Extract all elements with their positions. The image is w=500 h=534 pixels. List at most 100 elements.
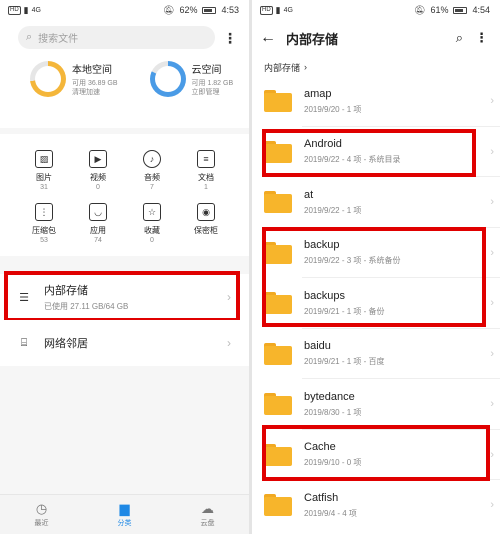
tab-label: 分类 (117, 520, 132, 527)
local-storage-title: 本地空间 (72, 65, 112, 76)
file-list: amap 2019/9/20 - 1 项 › Android 2019/9/22… (252, 76, 500, 531)
chevron-right-icon: › (227, 336, 231, 350)
category-audio[interactable]: ♪ 音频 7 (125, 150, 179, 191)
category-images[interactable]: ▨ 图片 31 (17, 150, 71, 191)
signal-icon: ▮ (23, 4, 29, 15)
tab-categories[interactable]: ▆ 分类 (83, 495, 166, 534)
category-count: 74 (94, 237, 102, 244)
list-item[interactable]: backups 2019/9/21 - 1 项 - 备份 › (252, 278, 500, 329)
category-apps[interactable]: ◡ 应用 74 (71, 203, 125, 244)
category-label: 收藏 (144, 226, 160, 235)
chevron-right-icon: › (490, 398, 494, 411)
file-meta: 2019/9/22 - 1 项 (304, 205, 362, 215)
file-name: Android (304, 138, 342, 151)
tab-label: 最近 (34, 520, 49, 527)
hd-badge: HD (260, 5, 273, 15)
chevron-right-icon: › (490, 347, 494, 360)
chevron-right-icon: › (490, 145, 494, 158)
category-count: 0 (96, 184, 100, 191)
chevron-right-icon: › (227, 290, 231, 304)
tab-cloud[interactable]: ☁︎ 云盘 (166, 495, 249, 534)
folder-icon (264, 494, 292, 517)
list-item[interactable]: at 2019/9/22 - 1 项 › (252, 177, 500, 228)
storage-cards: 本地空间 可用 36.89 GB 清理加速 云空间 可用 1.82 GB 立即管… (0, 49, 249, 97)
status-bar: HD ▮ 4G 🔕︎ 61% 4:54 (252, 0, 500, 20)
category-count: 1 (204, 184, 208, 191)
category-videos[interactable]: ▶ 视频 0 (71, 150, 125, 191)
folder-icon (264, 191, 292, 214)
folder-icon (264, 292, 292, 315)
page-title: 内部存储 (286, 31, 339, 47)
file-name: backups (304, 289, 345, 302)
tab-label: 云盘 (200, 520, 215, 527)
list-item[interactable]: bytedance 2019/8/30 - 1 项 › (252, 379, 500, 430)
safe-icon: ◉ (197, 203, 215, 221)
network-neighborhood-row[interactable]: ⌸ 网络邻居 › (0, 320, 249, 366)
list-item[interactable]: Catfish 2019/9/4 - 4 项 › (252, 480, 500, 531)
search-placeholder: 搜索文件 (38, 34, 79, 45)
clean-accelerate-link[interactable]: 清理加速 (72, 88, 118, 97)
list-item[interactable]: Android 2019/9/22 - 4 项 - 系统目录 › (252, 127, 500, 177)
file-meta: 2019/8/30 - 1 项 (304, 407, 362, 417)
category-archives[interactable]: ⋮ 压缩包 53 (17, 203, 71, 244)
category-documents[interactable]: ≡ 文档 1 (179, 150, 233, 191)
more-options-icon[interactable]: ⋮ (221, 31, 239, 45)
battery-icon (453, 6, 468, 14)
category-count: 31 (40, 184, 48, 191)
search-icon: ⌕ (26, 31, 33, 43)
category-label: 视频 (90, 173, 106, 182)
mute-icon: 🔕︎ (414, 4, 426, 15)
back-arrow-icon[interactable]: ← (260, 29, 282, 47)
file-meta: 2019/9/22 - 3 项 - 系统备份 (304, 256, 401, 266)
category-safe[interactable]: ◉ 保密柜 (179, 203, 233, 244)
search-row: ⌕ 搜索文件 ⋮ (0, 20, 249, 49)
app-bar: ← 内部存储 ⌕ ⋮ (252, 20, 500, 56)
file-name: at (304, 188, 314, 201)
battery-percent: 61% (430, 5, 449, 15)
folder-icon (264, 342, 292, 365)
breadcrumb-item[interactable]: 内部存储 (264, 61, 300, 74)
breadcrumb[interactable]: 内部存储 › (252, 56, 500, 76)
local-storage-ring-icon (30, 61, 66, 97)
file-meta: 2019/9/21 - 1 项 - 备份 (304, 306, 385, 316)
folder-icon (264, 393, 292, 416)
folder-icon (264, 90, 292, 113)
search-input[interactable]: ⌕ 搜索文件 (18, 26, 215, 49)
hd-badge: HD (8, 5, 21, 15)
battery-icon (202, 6, 217, 14)
category-count: 7 (150, 184, 154, 191)
cloud-storage-title: 云空间 (191, 65, 222, 76)
chevron-right-icon: › (490, 499, 494, 512)
file-meta: 2019/9/4 - 4 项 (304, 508, 357, 518)
audio-icon: ♪ (143, 150, 161, 168)
video-icon: ▶ (89, 150, 107, 168)
list-item[interactable]: backup 2019/9/22 - 3 项 - 系统备份 › (252, 228, 500, 278)
list-item[interactable]: amap 2019/9/20 - 1 项 › (252, 76, 500, 127)
category-label: 音频 (144, 173, 160, 182)
list-item[interactable]: Cache 2019/9/10 - 0 项 › (252, 430, 500, 480)
internal-storage-usage: 已使用 27.11 GB/64 GB (44, 302, 129, 311)
local-storage-free: 可用 36.89 GB (72, 80, 118, 87)
category-count: 0 (150, 237, 154, 244)
manage-now-link[interactable]: 立即管理 (192, 88, 234, 97)
internal-storage-row[interactable]: ☰ 内部存储 已使用 27.11 GB/64 GB › (0, 274, 249, 320)
signal-icon: ▮ (275, 4, 281, 15)
folder-icon (264, 140, 292, 163)
tab-recent[interactable]: ◷ 最近 (0, 495, 83, 534)
file-name: Cache (304, 441, 336, 454)
category-favorites[interactable]: ☆ 收藏 0 (125, 203, 179, 244)
clock-icon: ◷ (35, 501, 48, 516)
local-storage-card[interactable]: 本地空间 可用 36.89 GB 清理加速 (30, 61, 130, 97)
clock-time: 4:54 (472, 5, 490, 15)
category-grid: ▨ 图片 31 ▶ 视频 0 ♪ 音频 7 ≡ 文档 1 ⋮ 压缩包 53 ◡ … (0, 150, 249, 244)
folder-icon (264, 241, 292, 264)
chevron-right-icon: › (490, 448, 494, 461)
search-icon[interactable]: ⌕ (456, 30, 463, 46)
more-options-icon[interactable]: ⋮ (475, 30, 488, 46)
cloud-storage-card[interactable]: 云空间 可用 1.82 GB 立即管理 (149, 61, 250, 97)
category-label: 应用 (90, 226, 106, 235)
network-type: 4G (31, 6, 41, 14)
archive-icon: ⋮ (35, 203, 53, 221)
category-label: 图片 (36, 173, 52, 182)
list-item[interactable]: baidu 2019/9/21 - 1 项 - 百度 › (252, 329, 500, 379)
